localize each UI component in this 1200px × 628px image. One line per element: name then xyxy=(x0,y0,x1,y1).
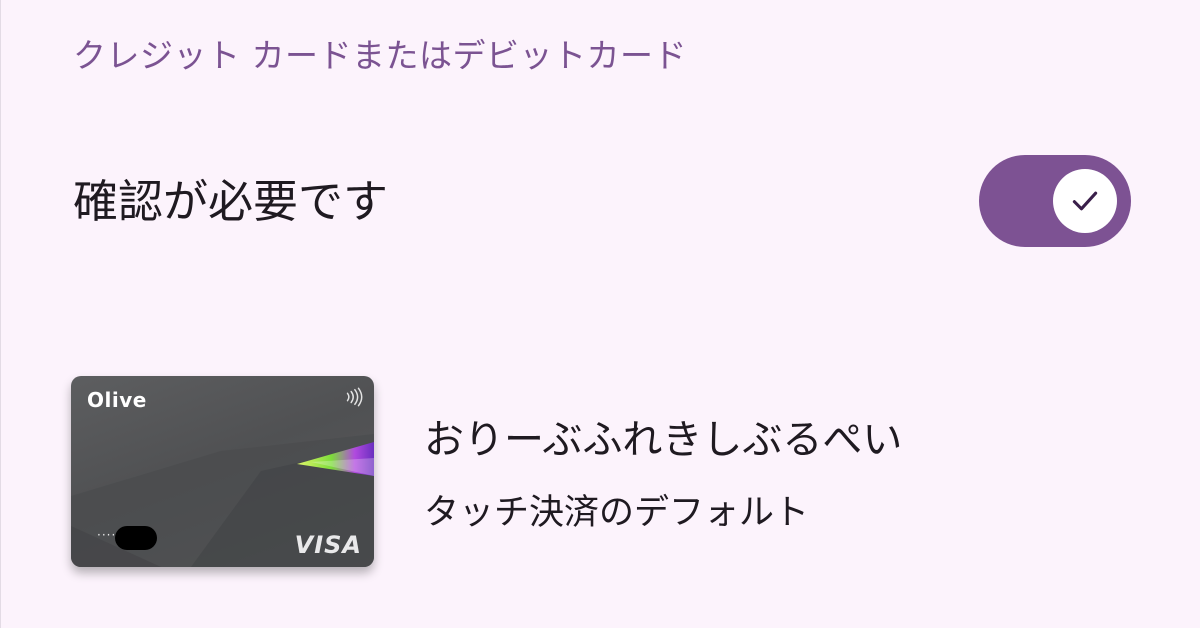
card-brand-logo: Olive xyxy=(87,388,147,412)
verification-toggle[interactable] xyxy=(979,155,1131,247)
contactless-icon xyxy=(346,387,363,407)
verification-setting-row[interactable]: 確認が必要です xyxy=(1,150,1200,250)
card-name: おりーぶふれきしぶるぺい xyxy=(424,417,903,463)
verification-label: 確認が必要です xyxy=(73,175,389,228)
wallet-settings-screen: クレジット カードまたはデビットカード 確認が必要です Olive ···· V… xyxy=(0,0,1200,628)
card-image[interactable]: Olive ···· VISA xyxy=(71,376,374,567)
check-icon xyxy=(1072,191,1098,211)
card-number-redaction xyxy=(115,526,157,550)
card-network-logo: VISA xyxy=(294,531,362,559)
payment-card-row[interactable]: Olive ···· VISA おりーぶふれきしぶるぺい タッチ決済のデフォルト xyxy=(1,370,1200,580)
toggle-thumb[interactable] xyxy=(1053,169,1117,233)
section-header: クレジット カードまたはデビットカード xyxy=(73,36,687,75)
card-default-label: タッチ決済のデフォルト xyxy=(424,493,810,533)
card-number-masked: ···· xyxy=(97,528,117,542)
